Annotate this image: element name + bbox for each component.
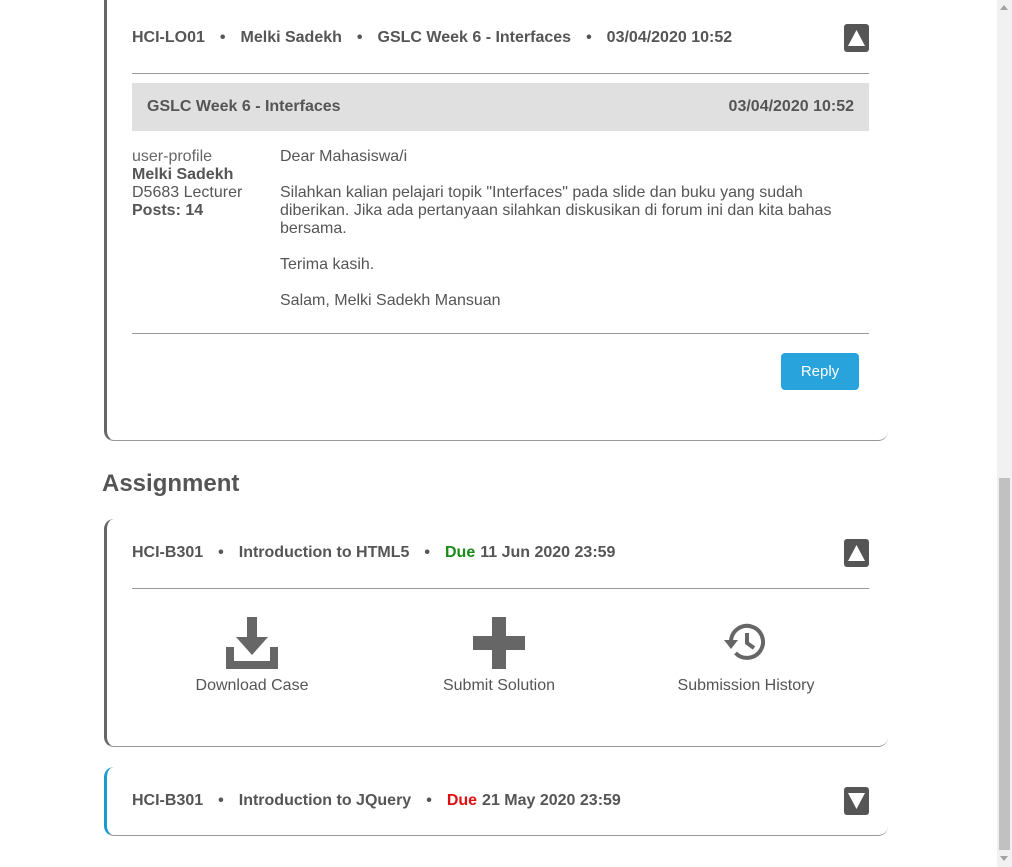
triangle-up-icon (848, 30, 865, 46)
forum-post-header: HCI-LO01 • Melki Sadekh • GSLC Week 6 - … (132, 6, 732, 70)
separator: • (218, 792, 224, 809)
assignment-header: HCI-B301 • Introduction to JQuery • Due … (132, 769, 621, 833)
post-title: GSLC Week 6 - Interfaces (147, 98, 341, 115)
separator: • (356, 29, 363, 46)
download-case-button[interactable]: Download Case (152, 617, 352, 695)
expand-button[interactable] (844, 787, 869, 815)
submission-history-button[interactable]: Submission History (646, 617, 846, 695)
due-date: 21 May 2020 23:59 (482, 792, 621, 809)
assignment-header: HCI-B301 • Introduction to HTML5 • Due 1… (132, 521, 615, 585)
scrollbar-thumb[interactable] (999, 478, 1010, 850)
collapse-button[interactable] (844, 24, 869, 52)
author-role: D5683 Lecturer (132, 184, 243, 201)
post-title-datetime: 03/04/2020 10:52 (728, 98, 854, 115)
action-label: Download Case (195, 677, 309, 694)
author-name: Melki Sadekh (240, 29, 342, 46)
vertical-scrollbar[interactable] (997, 0, 1012, 867)
course-code: HCI-LO01 (132, 29, 205, 46)
message-paragraph: Dear Mahasiswa/i (280, 148, 408, 165)
topic-title: GSLC Week 6 - Interfaces (377, 29, 572, 46)
separator: • (219, 29, 226, 46)
divider (132, 333, 869, 334)
message-paragraph: Silahkan kalian pelajari topik "Interfac… (280, 184, 832, 237)
forum-post-card: HCI-LO01 • Melki Sadekh • GSLC Week 6 - … (104, 0, 888, 441)
separator: • (586, 29, 592, 46)
assignment-title: Introduction to HTML5 (238, 544, 410, 561)
section-title: Assignment (102, 470, 240, 497)
author-info: user-profile Melki Sadekh D5683 Lecturer… (132, 148, 272, 220)
message-paragraph: Salam, Melki Sadekh Mansuan (280, 292, 501, 309)
submit-solution-button[interactable]: Submit Solution (399, 617, 599, 695)
user-profile-image: user-profile (132, 148, 213, 165)
assignment-code: HCI-B301 (132, 792, 204, 809)
scroll-down-arrow-icon[interactable] (1000, 856, 1008, 861)
download-icon (226, 617, 278, 669)
due-date: 11 Jun 2020 23:59 (480, 544, 616, 561)
assignment-card: HCI-B301 • Introduction to JQuery • Due … (104, 767, 888, 836)
history-icon (724, 623, 765, 660)
assignment-title: Introduction to JQuery (238, 792, 412, 809)
separator: • (424, 544, 430, 561)
separator: • (426, 792, 432, 809)
due-label: Due (445, 544, 476, 561)
author-post-count: Posts: 14 (132, 202, 204, 219)
due-label: Due (446, 792, 478, 809)
post-datetime: 03/04/2020 10:52 (606, 29, 733, 46)
collapse-button[interactable] (844, 539, 869, 567)
assignment-code: HCI-B301 (132, 544, 204, 561)
post-title-bar: GSLC Week 6 - Interfaces 03/04/2020 10:5… (132, 83, 869, 131)
scroll-up-arrow-icon[interactable] (1000, 5, 1008, 10)
reply-button[interactable]: Reply (781, 353, 859, 390)
divider (132, 588, 869, 589)
author-name: Melki Sadekh (132, 166, 234, 183)
separator: • (218, 544, 224, 561)
divider (132, 73, 869, 74)
triangle-down-icon (848, 793, 865, 809)
triangle-up-icon (848, 545, 865, 561)
plus-icon (473, 617, 525, 669)
action-label: Submit Solution (442, 677, 556, 694)
message-paragraph: Terima kasih. (280, 256, 375, 273)
post-message: Dear Mahasiswa/i Silahkan kalian pelajar… (280, 148, 860, 328)
action-label: Submission History (677, 677, 815, 694)
